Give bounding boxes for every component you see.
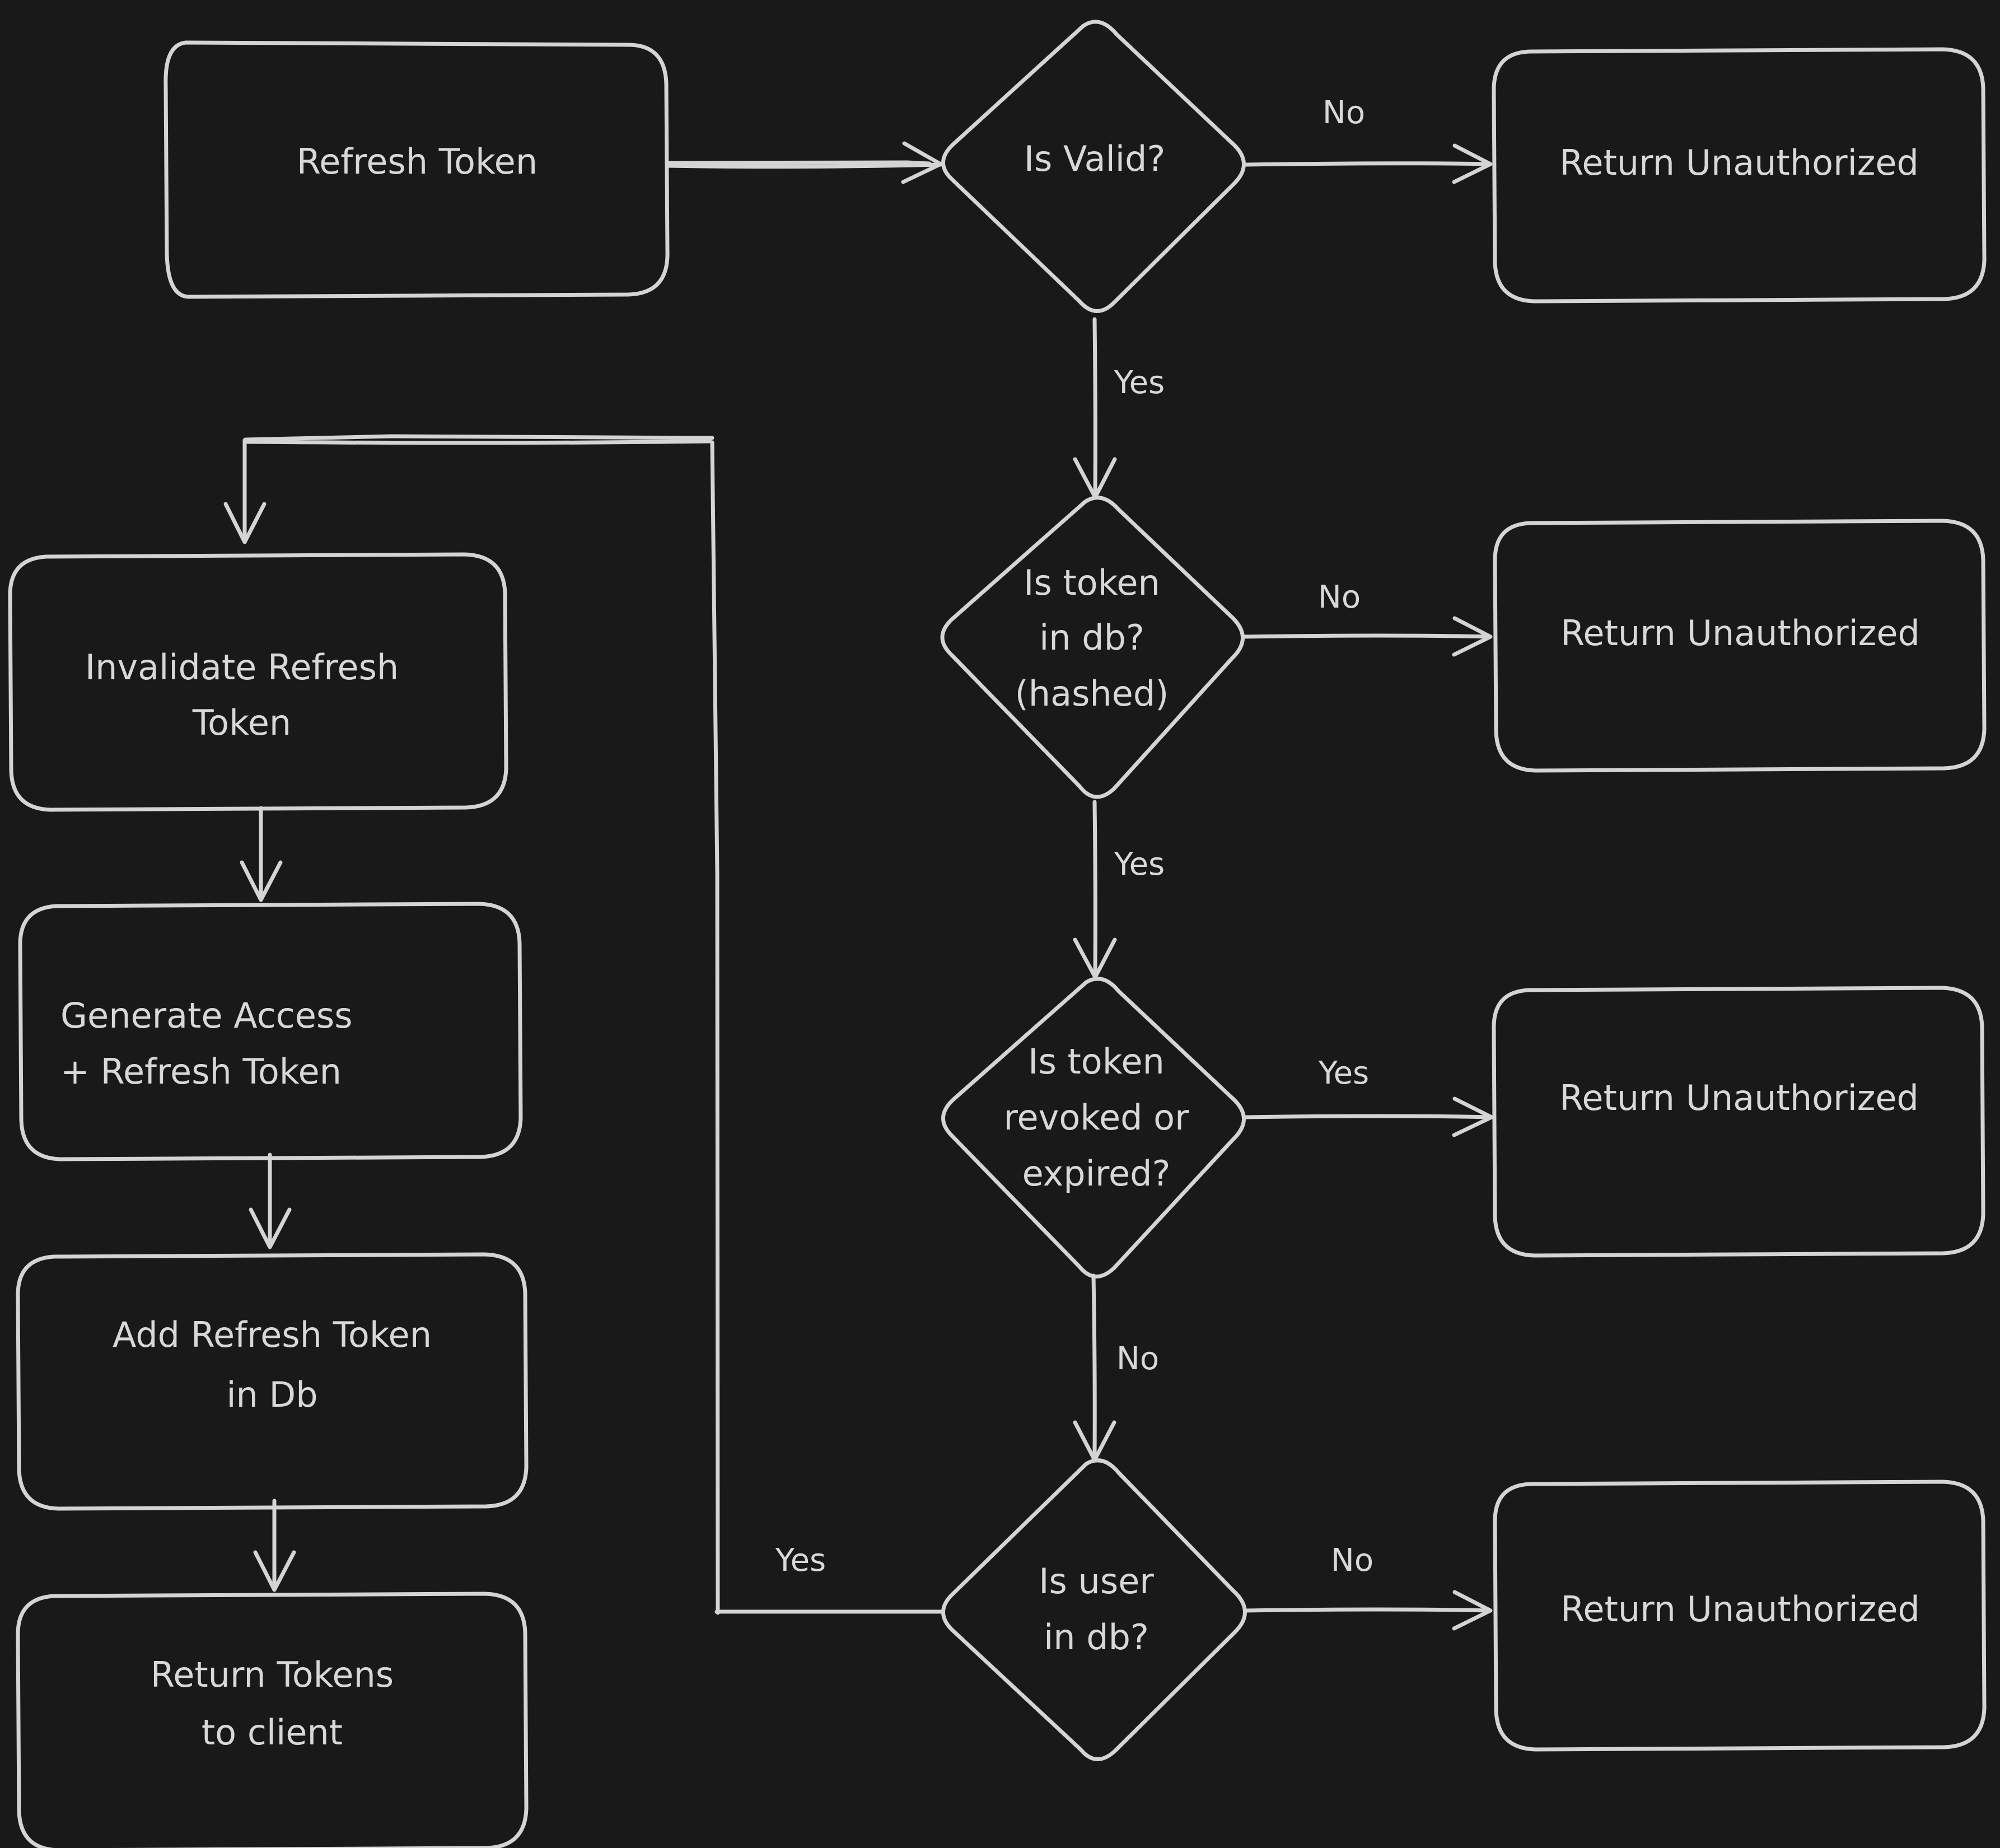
- edge-user-no: No: [1245, 1542, 1493, 1631]
- edge-is-valid-yes: Yes: [1073, 317, 1165, 500]
- node-is-user-in-db[interactable]: Is user in db?: [941, 1458, 1247, 1761]
- node-label-add-refresh-line1: Add Refresh Token: [113, 1314, 432, 1355]
- node-label-is-user-in-db-line2: in db?: [1044, 1617, 1149, 1658]
- node-label-is-token-in-db-line2: in db?: [1039, 617, 1144, 658]
- node-label-is-user-in-db-line1: Is user: [1039, 1561, 1154, 1602]
- edge-label-valid-yes: Yes: [1114, 365, 1165, 401]
- edge-generate-to-add: [249, 1152, 292, 1249]
- node-label-add-refresh-line2: in Db: [226, 1374, 317, 1415]
- node-is-valid[interactable]: Is Valid?: [941, 20, 1246, 313]
- node-label-return-unauthorized-3: Return Unauthorized: [1559, 1077, 1919, 1118]
- node-label-is-token-in-db-line3: (hashed): [1015, 673, 1169, 714]
- edge-label-valid-no: No: [1323, 95, 1365, 131]
- node-invalidate-refresh-token[interactable]: Invalidate Refresh Token: [8, 552, 508, 812]
- node-label-is-token-revoked-line2: revoked or: [1003, 1097, 1189, 1138]
- edge-label-user-no: No: [1331, 1542, 1373, 1579]
- node-label-return-unauthorized-2: Return Unauthorized: [1560, 613, 1920, 654]
- node-is-token-in-db[interactable]: Is token in db? (hashed): [940, 496, 1245, 799]
- edge-invalidate-to-generate: [240, 806, 283, 902]
- edge-revoked-yes: Yes: [1244, 1055, 1494, 1137]
- node-label-invalidate-line2: Token: [192, 702, 291, 743]
- edge-label-user-yes: Yes: [775, 1542, 826, 1579]
- node-label-is-token-revoked-line3: expired?: [1022, 1153, 1171, 1194]
- node-is-token-revoked[interactable]: Is token revoked or expired?: [941, 977, 1246, 1278]
- node-label-is-token-in-db-line1: Is token: [1024, 562, 1160, 603]
- node-label-is-token-revoked-line1: Is token: [1028, 1041, 1165, 1082]
- node-label-generate-line2: + Refresh Token: [60, 1051, 342, 1092]
- edge-is-valid-no: No: [1244, 95, 1493, 184]
- node-refresh-token[interactable]: Refresh Token: [163, 40, 670, 299]
- flowchart-svg: No Yes No Yes Yes No No Yes Refresh Toke…: [8, 20, 1987, 1848]
- node-label-return-unauthorized-4: Return Unauthorized: [1560, 1589, 1920, 1630]
- edge-label-tokendb-no: No: [1318, 579, 1361, 615]
- edge-label-revoked-no: No: [1116, 1341, 1159, 1377]
- node-label-return-tokens-line1: Return Tokens: [151, 1654, 394, 1695]
- node-label-generate-line1: Generate Access: [60, 995, 353, 1036]
- node-return-tokens[interactable]: Return Tokens to client: [16, 1592, 529, 1848]
- node-return-unauthorized-3[interactable]: Return Unauthorized: [1492, 986, 1985, 1258]
- edge-revoked-no: No: [1073, 1273, 1159, 1462]
- node-label-refresh-token: Refresh Token: [297, 141, 538, 182]
- node-generate-tokens[interactable]: Generate Access + Refresh Token: [18, 902, 523, 1161]
- node-label-return-unauthorized-1: Return Unauthorized: [1559, 142, 1919, 183]
- node-return-unauthorized-2[interactable]: Return Unauthorized: [1493, 519, 1987, 773]
- edge-label-revoked-yes: Yes: [1318, 1055, 1369, 1091]
- flowchart-canvas: No Yes No Yes Yes No No Yes Refresh Toke…: [0, 0, 2000, 1848]
- node-return-unauthorized-1[interactable]: Return Unauthorized: [1492, 47, 1987, 304]
- node-return-unauthorized-4[interactable]: Return Unauthorized: [1493, 1480, 1987, 1752]
- node-add-refresh-token-db[interactable]: Add Refresh Token in Db: [16, 1252, 529, 1511]
- edge-refresh-to-is-valid: [665, 141, 943, 184]
- edge-token-db-yes: Yes: [1073, 800, 1165, 979]
- edge-token-db-no: No: [1242, 579, 1493, 657]
- node-label-return-tokens-line2: to client: [202, 1712, 343, 1753]
- edge-add-to-return: [253, 1499, 296, 1592]
- edge-label-tokendb-yes: Yes: [1114, 846, 1165, 883]
- node-label-invalidate-line1: Invalidate Refresh: [85, 647, 399, 688]
- node-label-is-valid: Is Valid?: [1024, 138, 1166, 179]
